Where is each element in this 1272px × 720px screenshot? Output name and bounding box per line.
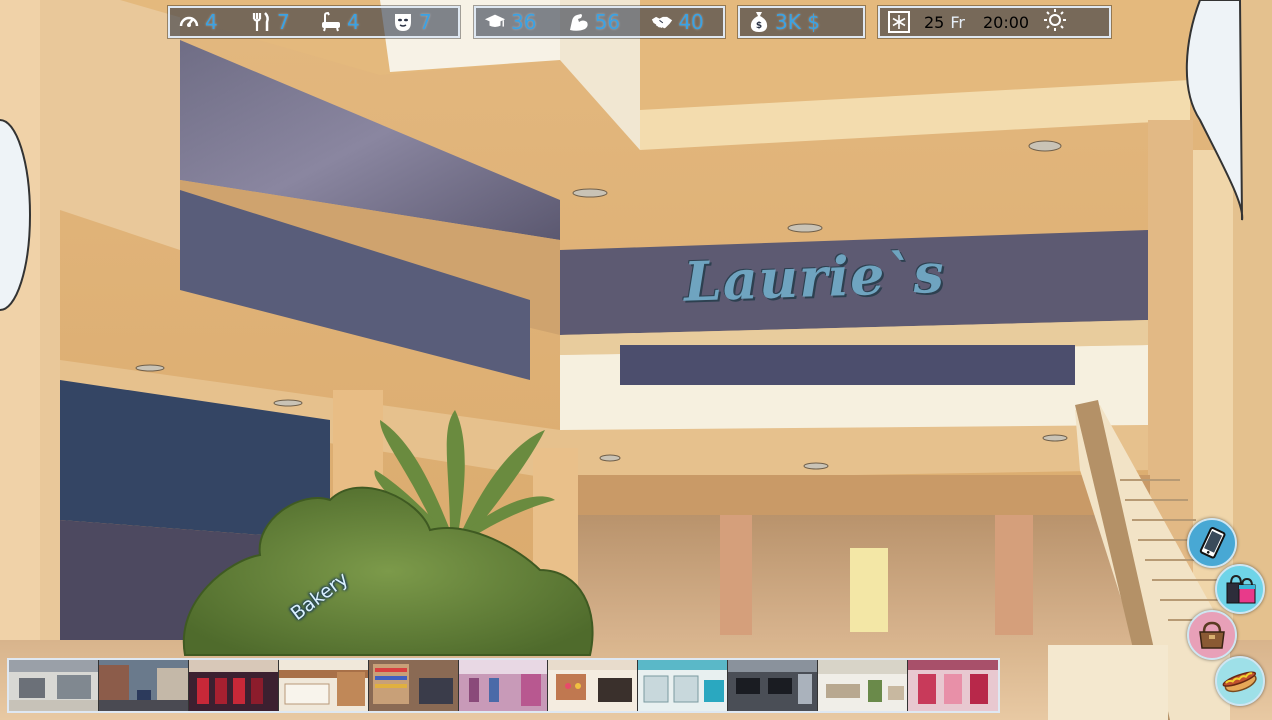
phone-button[interactable] — [1187, 518, 1237, 568]
time-value[interactable]: 20:00 — [983, 13, 1029, 32]
location-thumb-clothing-store[interactable] — [458, 660, 549, 711]
intelligence-stat[interactable]: 36 — [484, 8, 568, 36]
money-stat: $ 3K $ — [748, 8, 820, 36]
mood-stat[interactable]: 7 — [392, 8, 452, 36]
date-value: 25 — [924, 12, 945, 32]
location-thumb-bookstore[interactable] — [368, 660, 459, 711]
location-strip — [7, 658, 1000, 713]
location-thumb-bakery[interactable] — [278, 660, 369, 711]
mood-value: 7 — [419, 10, 432, 34]
skills-panel: 36 56 40 — [474, 6, 725, 38]
location-thumb-arcade[interactable] — [188, 660, 279, 711]
location-thumb-sweet-shop[interactable] — [548, 660, 639, 711]
location-thumb-electronics-store[interactable] — [728, 660, 819, 711]
handbag-icon — [1199, 621, 1225, 649]
location-thumb-pet-store[interactable] — [638, 660, 729, 711]
money-value: 3K $ — [775, 10, 820, 34]
energy-stat[interactable]: 4 — [178, 8, 250, 36]
mask-icon — [392, 11, 414, 33]
graduation-cap-icon — [484, 11, 506, 33]
hotdog-button[interactable] — [1215, 656, 1265, 706]
muscle-icon — [568, 11, 590, 33]
handshake-icon — [651, 11, 673, 33]
mall-background — [0, 0, 1272, 720]
fitness-value: 56 — [594, 10, 621, 34]
intelligence-value: 36 — [511, 10, 537, 34]
store-sign: Laurie`s — [683, 238, 1016, 329]
snowflake-icon — [888, 11, 910, 33]
shopping-bag-icon — [1226, 574, 1256, 604]
sun-icon — [1043, 8, 1067, 36]
location-thumb-mall-hall[interactable] — [9, 660, 99, 711]
store-sign-text: Laurie`s — [682, 240, 946, 314]
money-panel[interactable]: $ 3K $ — [738, 6, 865, 38]
hygiene-stat[interactable]: 4 — [320, 8, 392, 36]
hunger-stat[interactable]: 7 — [250, 8, 320, 36]
energy-value: 4 — [205, 10, 218, 34]
bathtub-icon — [320, 11, 342, 33]
hunger-value: 7 — [277, 10, 290, 34]
time-panel: 25 Fr 20:00 — [878, 6, 1111, 38]
gauge-icon — [178, 11, 200, 33]
phone-icon — [1199, 527, 1226, 559]
mall-scene: Laurie`s — [0, 0, 1272, 720]
money-bag-icon: $ — [748, 11, 770, 33]
svg-text:$: $ — [756, 21, 762, 31]
fitness-stat[interactable]: 56 — [568, 8, 652, 36]
handbag-button[interactable] — [1187, 610, 1237, 660]
location-thumb-furniture-store[interactable] — [818, 660, 909, 711]
charisma-stat[interactable]: 40 — [651, 8, 723, 36]
location-thumb-street[interactable] — [98, 660, 189, 711]
hotdog-icon — [1222, 671, 1257, 693]
charisma-value: 40 — [678, 10, 704, 34]
hygiene-value: 4 — [347, 10, 360, 34]
shopping-bag-button[interactable] — [1215, 564, 1265, 614]
location-thumb-lingerie-store[interactable] — [908, 660, 998, 711]
weekday-value: Fr — [950, 12, 965, 32]
fork-knife-icon — [250, 11, 272, 33]
needs-panel: 4 7 4 7 — [168, 6, 460, 38]
